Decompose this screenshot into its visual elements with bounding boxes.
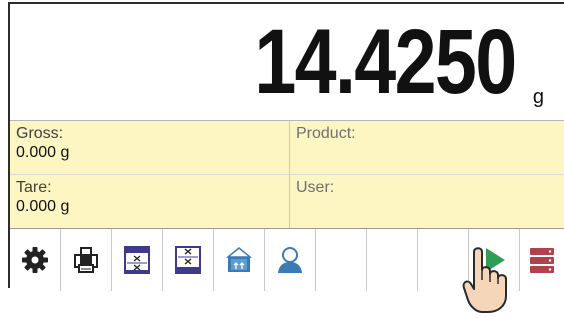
pointing-hand-icon (462, 247, 507, 313)
gross-value: 0.000 g (16, 144, 70, 161)
weighing-box-button[interactable] (214, 229, 265, 291)
user-icon (278, 247, 302, 273)
weight-unit: g (532, 86, 544, 108)
database-button[interactable] (112, 229, 163, 291)
empty-button-2[interactable] (367, 229, 418, 291)
storage-icon (530, 248, 554, 273)
database-icon (175, 246, 201, 274)
tare-label: Tare: (16, 179, 52, 196)
user-field[interactable]: User: (290, 175, 564, 229)
empty-button-1[interactable] (316, 229, 367, 291)
settings-button[interactable] (10, 229, 61, 291)
weight-value: 14.4250 (254, 11, 518, 113)
product-field[interactable]: Product: (290, 121, 564, 175)
storage-button[interactable] (520, 229, 564, 291)
gross-label: Gross: (16, 125, 64, 142)
tare-field: Tare: 0.000 g (10, 175, 290, 229)
weight-readout: 14.4250 g (10, 4, 564, 120)
gear-icon (22, 247, 48, 273)
printer-icon (74, 247, 98, 273)
database-icon (124, 246, 150, 274)
tare-value: 0.000 g (16, 198, 70, 215)
user-button[interactable] (265, 229, 316, 291)
database-button-2[interactable] (163, 229, 214, 291)
gross-field: Gross: 0.000 g (10, 121, 290, 175)
info-panel: Gross: 0.000 g Product: Tare: 0.000 g Us… (10, 120, 564, 229)
weighing-box-icon (225, 247, 253, 272)
user-label: User: (296, 179, 335, 196)
print-button[interactable] (61, 229, 112, 291)
product-label: Product: (296, 125, 356, 142)
